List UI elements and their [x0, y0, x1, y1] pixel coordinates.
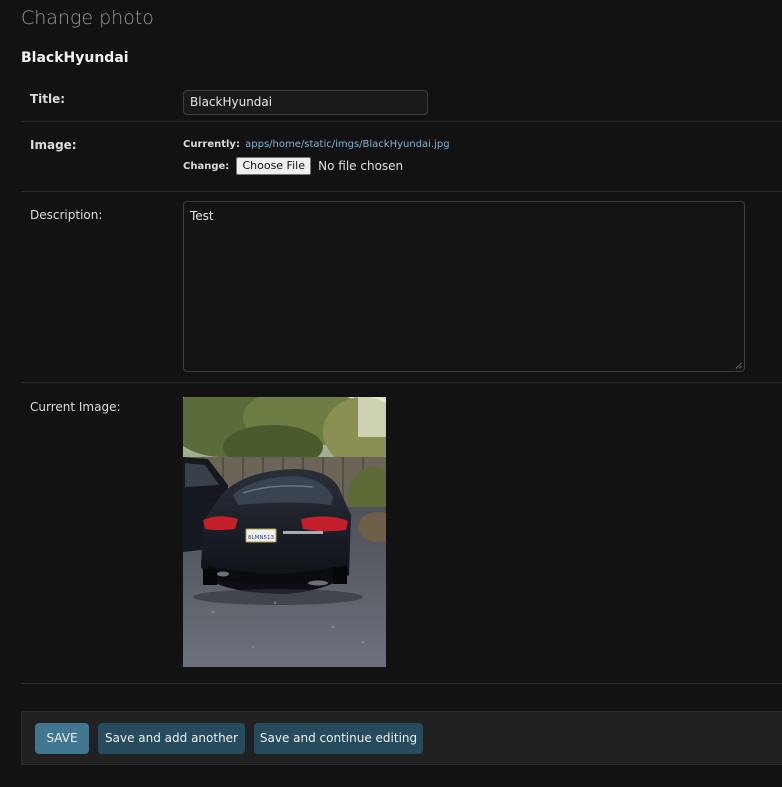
save-button[interactable]: SAVE [35, 723, 89, 754]
image-label: Image: [30, 138, 77, 152]
page-title: Change photo [21, 7, 154, 29]
submit-row: SAVE Save and add another Save and conti… [21, 711, 782, 765]
choose-file-button[interactable]: Choose File [236, 157, 311, 175]
no-file-chosen-text: No file chosen [318, 159, 404, 173]
image-current: Currently: apps/home/static/imgs/BlackHy… [183, 139, 450, 150]
description-textarea[interactable]: Test [183, 201, 745, 372]
change-photo-page: Change photo BlackHyundai Title: BlackHy… [0, 0, 782, 787]
image-change: Change: Choose File No file chosen [183, 157, 403, 175]
currently-label: Currently: [183, 139, 240, 150]
description-label: Description: [30, 208, 103, 222]
resize-handle-icon[interactable] [735, 362, 742, 369]
object-name-heading: BlackHyundai [21, 50, 129, 66]
current-image-link[interactable]: apps/home/static/imgs/BlackHyundai.jpg [245, 139, 449, 150]
form-row-image: Image: Currently: apps/home/static/imgs/… [21, 122, 782, 192]
car-photo-image: 8LMN513 [183, 397, 386, 667]
form-row-title: Title: BlackHyundai [21, 84, 782, 122]
title-input[interactable]: BlackHyundai [183, 90, 428, 115]
save-and-add-another-button[interactable]: Save and add another [98, 723, 245, 754]
current-image-photo: 8LMN513 [183, 397, 386, 667]
description-text: Test [190, 209, 214, 223]
form-row-current-image: Current Image: 8LMN513 [21, 383, 782, 684]
form-row-description: Description: Test [21, 192, 782, 383]
save-and-continue-editing-button[interactable]: Save and continue editing [254, 723, 423, 754]
title-label: Title: [30, 92, 66, 106]
current-image-label: Current Image: [30, 400, 121, 414]
change-label: Change: [183, 161, 230, 172]
license-plate-text: 8LMN513 [248, 535, 274, 541]
